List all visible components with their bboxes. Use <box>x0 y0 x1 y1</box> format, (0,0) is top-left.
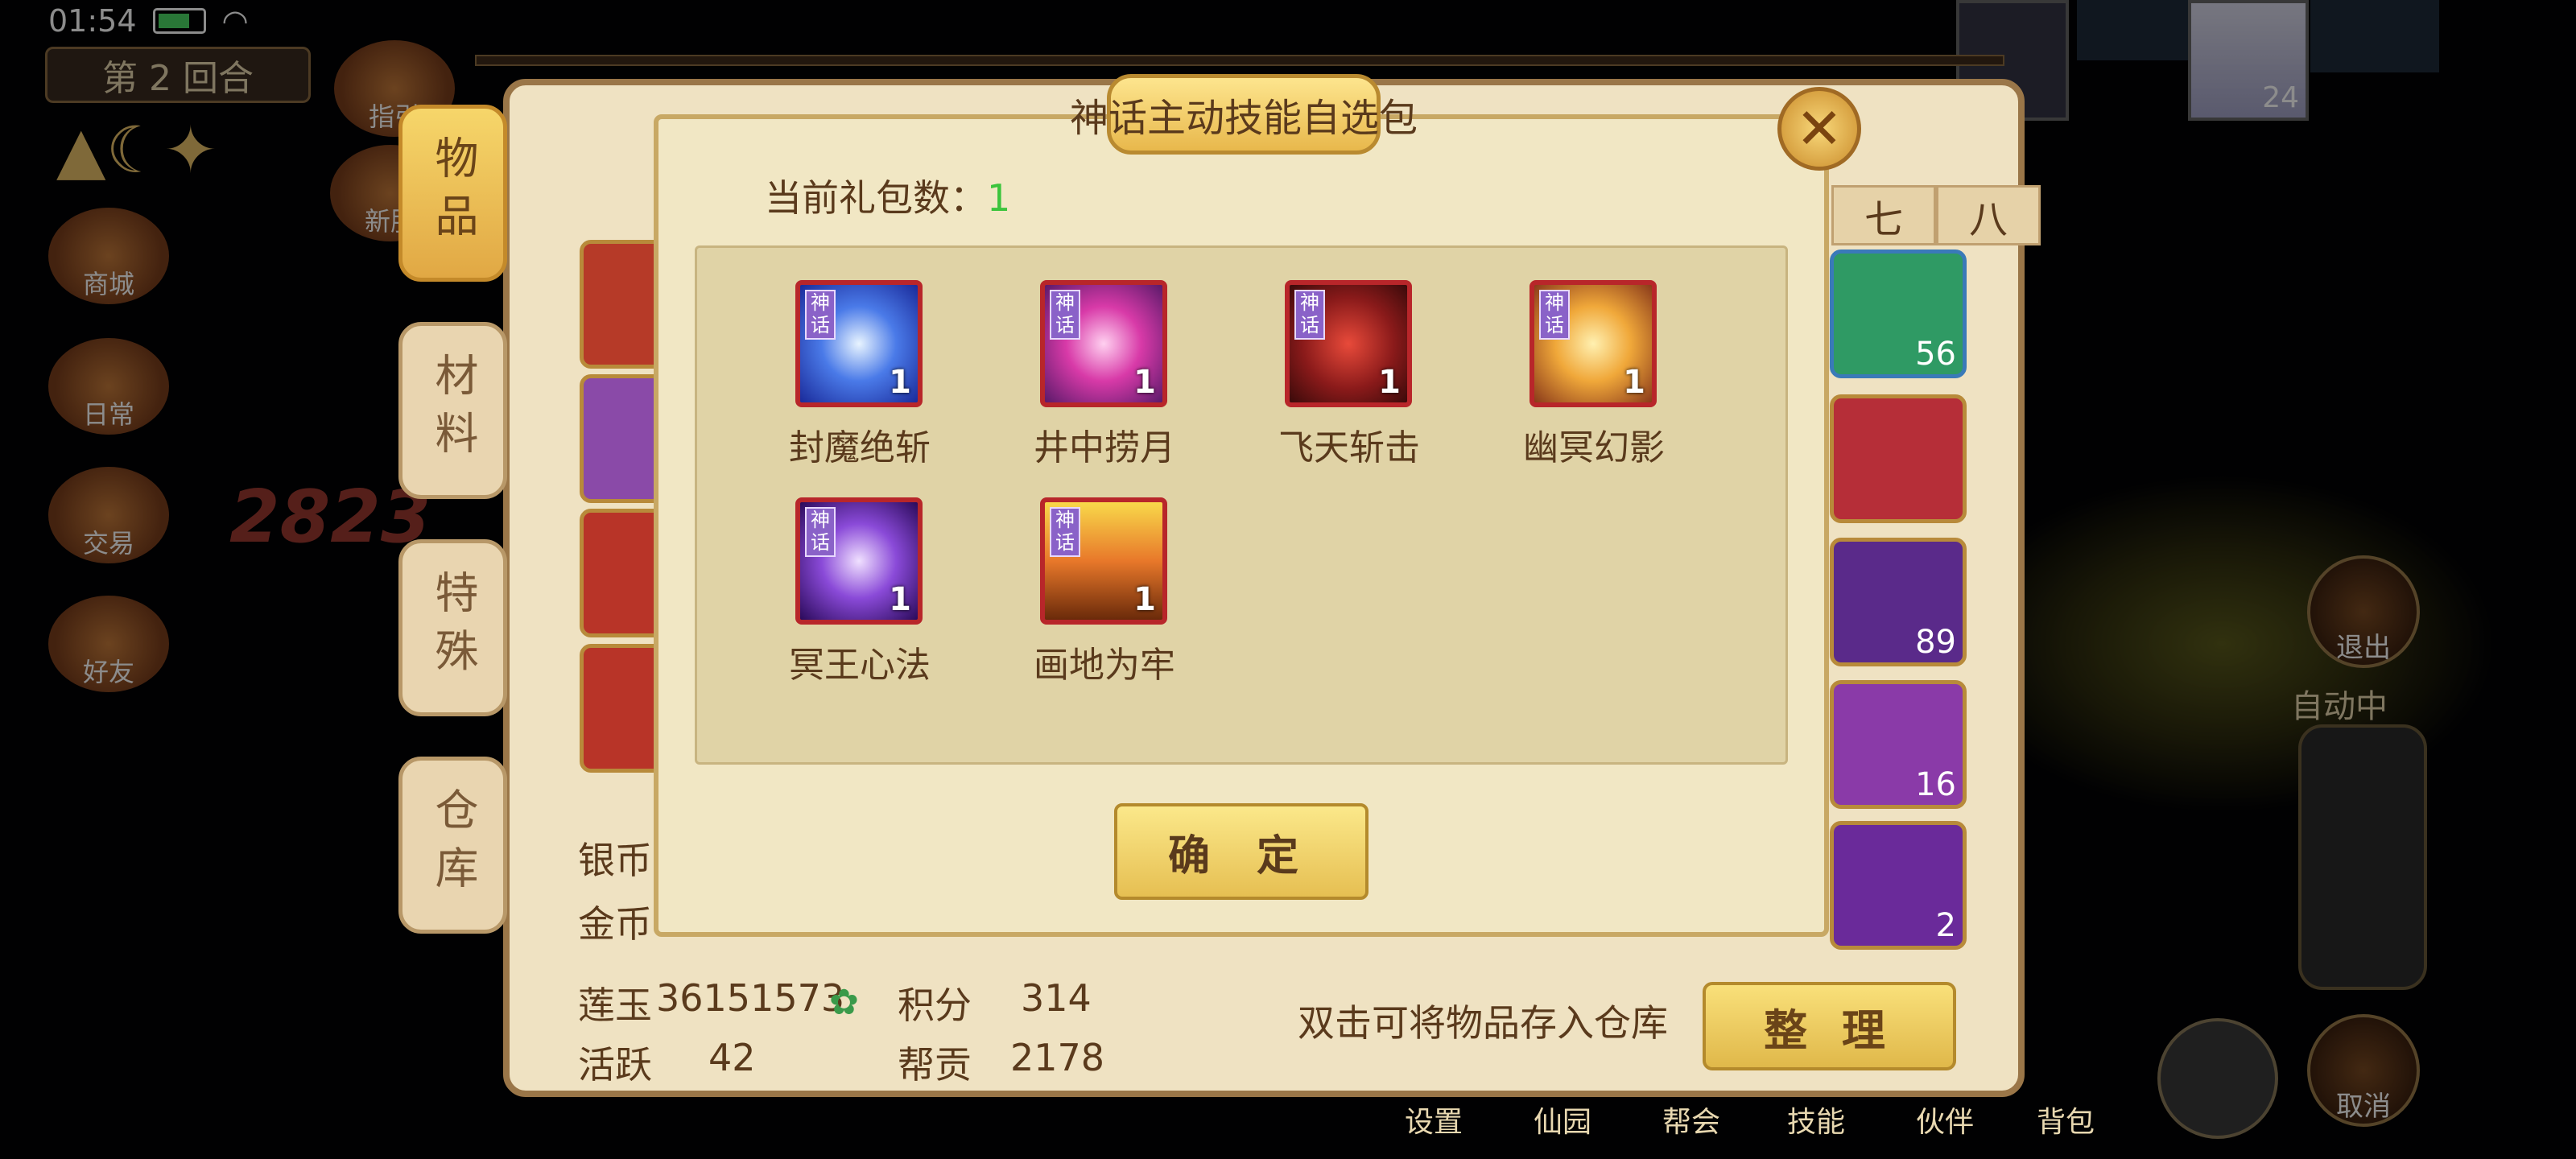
myth-badge: 神话 <box>1050 507 1080 557</box>
confirm-button[interactable]: 确 定 <box>1114 803 1368 900</box>
points-label: 积分 <box>898 984 972 1027</box>
myth-badge: 神话 <box>1539 290 1570 340</box>
item-qty: 16 <box>1915 766 1956 803</box>
myth-badge: 神话 <box>1294 290 1325 340</box>
skill-name: 飞天斩击 <box>1278 427 1420 468</box>
dialog-title: 神话主动技能自选包 <box>1070 74 1418 155</box>
skill-qty: 1 <box>1623 364 1645 401</box>
skill-name: 幽冥幻影 <box>1523 427 1665 468</box>
tab-materials[interactable]: 材料 <box>398 322 507 499</box>
lianyu-label: 莲玉 <box>578 984 652 1027</box>
nav-settings[interactable]: 设置 <box>1405 1099 1463 1140</box>
skill-name: 冥王心法 <box>789 645 931 686</box>
bag-item-cell[interactable]: 16 <box>1830 680 1967 809</box>
skill-option[interactable]: 神话 1 幽冥幻影 <box>1523 280 1665 470</box>
myth-badge: 神话 <box>1050 290 1080 340</box>
skill-qty: 1 <box>889 364 911 401</box>
pack-count: 当前礼包数：1 <box>765 169 1010 222</box>
moon-strike-icon: 神话 1 <box>1040 280 1167 407</box>
phantom-icon: 神话 1 <box>1530 280 1657 407</box>
nav-garden[interactable]: 仙园 <box>1534 1099 1591 1140</box>
nav-guild[interactable]: 帮会 <box>1662 1099 1720 1140</box>
skill-name: 井中捞月 <box>1034 427 1175 468</box>
snowflake-icon: 神话 1 <box>795 280 923 407</box>
active-label: 活跃 <box>578 1043 652 1087</box>
active-value: 42 <box>708 1036 756 1079</box>
bag-item-cell[interactable]: 2 <box>1830 821 1967 950</box>
nav-bag[interactable]: 背包 <box>2037 1099 2095 1140</box>
item-qty: 2 <box>1935 907 1956 944</box>
skill-name: 画地为牢 <box>1034 645 1175 686</box>
item-qty: 89 <box>1915 624 1956 661</box>
warehouse-hint: 双击可将物品存入仓库 <box>1298 1001 1668 1045</box>
page-tab-7[interactable]: 七 <box>1831 185 1936 245</box>
graveyard-icon: 神话 1 <box>1040 497 1167 625</box>
gold-label: 金币 <box>578 902 652 946</box>
sort-button[interactable]: 整 理 <box>1703 982 1956 1070</box>
skill-qty: 1 <box>1378 364 1401 401</box>
myth-badge: 神话 <box>805 507 836 557</box>
lotus-icon: ✿ <box>829 982 859 1023</box>
pack-count-value: 1 <box>987 176 1011 220</box>
lianyu-value: 36151573 <box>656 976 845 1020</box>
nav-partners[interactable]: 伙伴 <box>1916 1099 1974 1140</box>
nav-skills[interactable]: 技能 <box>1787 1099 1845 1140</box>
close-icon[interactable]: ✕ <box>1777 87 1861 171</box>
bag-item-cell[interactable]: 56 <box>1830 250 1967 378</box>
contrib-label: 帮贡 <box>898 1043 972 1087</box>
item-qty: 56 <box>1915 336 1956 373</box>
skill-option[interactable]: 神话 1 封魔绝斩 <box>789 280 931 470</box>
pack-count-label: 当前礼包数： <box>765 176 987 220</box>
myth-badge: 神话 <box>805 290 836 340</box>
skull-icon: 神话 1 <box>795 497 923 625</box>
skill-option[interactable]: 神话 1 井中捞月 <box>1034 280 1175 470</box>
skill-name: 封魔绝斩 <box>789 427 931 468</box>
claw-slash-icon: 神话 1 <box>1285 280 1412 407</box>
skill-qty: 1 <box>1133 364 1156 401</box>
contrib-value: 2178 <box>1010 1036 1105 1079</box>
tab-warehouse[interactable]: 仓库 <box>398 757 507 934</box>
tab-items[interactable]: 物品 <box>398 105 507 282</box>
tab-special[interactable]: 特殊 <box>398 539 507 716</box>
skill-qty: 1 <box>1133 581 1156 618</box>
page-tab-8[interactable]: 八 <box>1936 185 2041 245</box>
skill-option[interactable]: 神话 1 画地为牢 <box>1034 497 1175 687</box>
bag-item-cell[interactable] <box>1830 394 1967 523</box>
bag-item-cell[interactable]: 89 <box>1830 538 1967 666</box>
points-value: 314 <box>1021 976 1092 1020</box>
skill-option[interactable]: 神话 1 飞天斩击 <box>1278 280 1420 470</box>
skill-qty: 1 <box>889 581 911 618</box>
silver-label: 银币 <box>578 839 652 882</box>
skill-option[interactable]: 神话 1 冥王心法 <box>789 497 931 687</box>
